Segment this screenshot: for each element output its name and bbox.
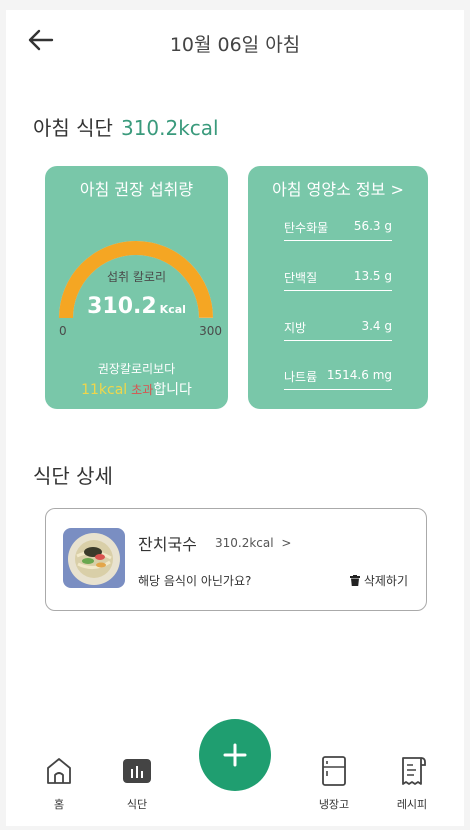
plus-icon [223, 743, 247, 767]
nutrient-value: 3.4 g [361, 319, 392, 333]
nav-recipe[interactable]: 레시피 [382, 756, 442, 812]
nutrient-row: 탄수화물 56.3 g [284, 217, 392, 241]
over-amount: 11kcal [81, 382, 128, 398]
nutrient-value: 1514.6 mg [326, 368, 392, 382]
gauge-label: 섭취 칼로리 [106, 270, 166, 284]
gauge-value-unit: Kcal [159, 303, 186, 316]
gauge-value-number: 310.2 [87, 294, 157, 319]
trash-icon [350, 575, 360, 586]
add-meal-button[interactable] [199, 719, 271, 791]
delete-button[interactable]: 삭제하기 [350, 572, 408, 589]
over-word: 초과 [131, 383, 154, 397]
food-name: 잔치국수 [138, 535, 197, 554]
nav-home-label: 홈 [53, 798, 65, 811]
home-icon [47, 758, 71, 784]
nav-fridge[interactable]: 냉장고 [304, 756, 364, 812]
nav-fridge-label: 냉장고 [318, 798, 350, 811]
wrong-food-question[interactable]: 해당 음식이 아닌가요? [138, 572, 251, 589]
gauge-value: 310.2 Kcal [45, 294, 228, 319]
nutrient-name: 나트륨 [284, 370, 318, 384]
note-tail: 합니다 [153, 382, 192, 398]
gauge-max: 300 [199, 324, 222, 338]
recommended-intake-title: 아침 권장 섭취량 [79, 180, 194, 199]
nutrition-card-title[interactable]: 아침 영양소 정보 > [248, 176, 428, 200]
chevron-right-icon: > [281, 536, 292, 550]
nutrient-name: 탄수화물 [284, 221, 329, 235]
meal-detail-title: 식단 상세 [33, 464, 113, 488]
nav-home[interactable]: 홈 [29, 756, 89, 812]
nav-meal-label: 식단 [126, 798, 148, 811]
gauge-min: 0 [59, 324, 67, 338]
recommend-note-line1: 권장칼로리보다 [97, 362, 176, 376]
top-bar: 10월 06일 아침 [6, 10, 464, 74]
food-image [63, 528, 125, 588]
recommend-note-line2: 11kcal 초과합니다 [45, 379, 228, 399]
recipe-icon [402, 757, 426, 785]
nutrient-row: 지방 3.4 g [284, 317, 392, 341]
page-title: 10월 06일 아침 [169, 34, 301, 56]
nutrient-name: 지방 [284, 321, 307, 335]
nutrient-name: 단백질 [284, 271, 318, 285]
meal-detail-screen: 10월 06일 아침 아침 식단 310.2kcal 아침 권장 섭취량 섭취 칼… [6, 10, 464, 826]
nutrition-card[interactable]: 아침 영양소 정보 > 탄수화물 56.3 g 단백질 13.5 g 지방 3.… [248, 166, 428, 409]
nutrient-value: 56.3 g [353, 219, 392, 233]
delete-label: 삭제하기 [363, 574, 408, 588]
meal-total-kcal: 310.2kcal [120, 116, 219, 140]
food-kcal-link[interactable]: 310.2kcal > [215, 536, 291, 550]
meal-summary-title: 아침 식단 310.2kcal [33, 112, 219, 141]
food-item-card[interactable]: 잔치국수 310.2kcal > 해당 음식이 아닌가요? 삭제하기 [45, 508, 427, 611]
nutrient-row: 단백질 13.5 g [284, 267, 392, 291]
meal-title: 아침 식단 [33, 116, 113, 140]
fridge-icon [322, 756, 346, 786]
nutrient-value: 13.5 g [353, 269, 392, 283]
food-kcal: 310.2kcal [215, 536, 274, 550]
nutrient-row: 나트륨 1514.6 mg [284, 366, 392, 390]
bar-chart-icon [123, 759, 151, 783]
nav-recipe-label: 레시피 [396, 798, 428, 811]
nav-meal[interactable]: 식단 [107, 756, 167, 812]
recommended-intake-card: 아침 권장 섭취량 섭취 칼로리 310.2 Kcal 0 300 권장칼로리보다… [45, 166, 228, 409]
